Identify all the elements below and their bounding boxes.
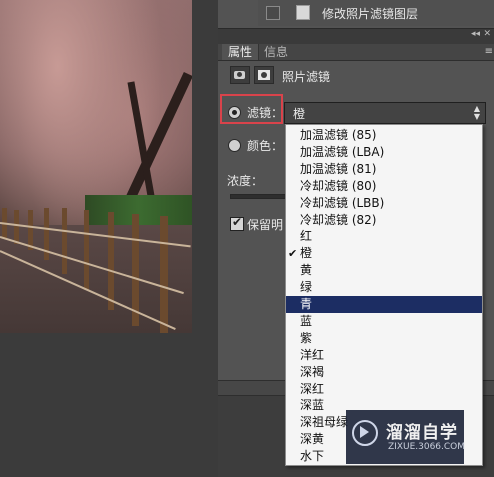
filter-label: 滤镜： — [247, 106, 284, 120]
filter-option-label: 深蓝 — [300, 398, 325, 413]
filter-option-label: 水下 — [300, 449, 325, 464]
filter-option[interactable]: 加温滤镜 (81) — [286, 161, 482, 178]
filter-option[interactable]: 深红 — [286, 381, 482, 398]
watermark: 溜溜自学 ZIXUE.3066.COM — [346, 410, 466, 464]
canvas-background — [192, 0, 218, 333]
fence-post — [62, 208, 67, 274]
panel-tabbar: 属性 信息 ≡ — [218, 44, 494, 61]
watermark-title: 溜溜自学 — [386, 423, 458, 443]
filter-option[interactable]: 冷却滤镜 (LBB) — [286, 195, 482, 212]
panel-header: ◂◂ ✕ — [218, 29, 494, 44]
filter-option-label: 深黄 — [300, 432, 325, 447]
layer-name[interactable]: 修改照片滤镜图层 — [322, 5, 418, 22]
canvas-background — [0, 333, 218, 477]
checkmark-icon: ✔ — [288, 247, 298, 261]
filter-option-label: 加温滤镜 (LBA) — [300, 144, 385, 159]
density-slider[interactable] — [230, 194, 292, 199]
filter-option[interactable]: 黄 — [286, 262, 482, 279]
canvas-photo — [0, 0, 192, 333]
fence-post — [108, 212, 114, 310]
filter-option[interactable]: 紫 — [286, 330, 482, 347]
filter-option[interactable]: 冷却滤镜 (82) — [286, 212, 482, 229]
filter-option[interactable]: 冷却滤镜 (80) — [286, 178, 482, 195]
filter-option[interactable]: 洋红 — [286, 347, 482, 364]
preserve-luminosity-label: 保留明 — [247, 218, 284, 232]
collapse-icon[interactable]: ◂◂ — [471, 29, 480, 39]
filter-option-label: 蓝 — [300, 313, 313, 328]
layer-row[interactable]: 修改照片滤镜图层 — [258, 0, 494, 26]
filter-select-value: 橙 — [293, 107, 306, 121]
filter-option-label: 深红 — [300, 381, 325, 396]
panel-menu-icon[interactable]: ≡ — [485, 46, 493, 57]
filter-option-label: 冷却滤镜 (80) — [300, 178, 377, 193]
filter-option-label: 深褐 — [300, 364, 325, 379]
fence-post — [160, 216, 168, 333]
filter-option[interactable]: 蓝 — [286, 313, 482, 330]
layer-thumbnail — [296, 5, 310, 20]
watermark-url: ZIXUE.3066.COM — [388, 442, 466, 452]
color-label: 颜色： — [247, 139, 284, 153]
adjustment-camera-icon[interactable] — [230, 66, 250, 84]
filter-option-label: 青 — [300, 297, 313, 311]
adjustment-title: 照片滤镜 — [282, 70, 331, 84]
layer-visibility-toggle[interactable] — [266, 6, 280, 20]
filter-option-label: 黄 — [300, 263, 313, 278]
filter-option-label: 加温滤镜 (81) — [300, 161, 377, 176]
density-label: 浓度： — [227, 174, 264, 188]
filter-option-label: 紫 — [300, 330, 313, 345]
filter-option[interactable]: 加温滤镜 (85) — [286, 127, 482, 144]
preserve-luminosity-checkbox[interactable]: ✔ — [230, 215, 244, 231]
filter-option[interactable]: 青 — [286, 296, 482, 313]
filter-option[interactable]: 加温滤镜 (LBA) — [286, 144, 482, 161]
tab-info[interactable]: 信息 — [258, 44, 294, 60]
filter-radio[interactable] — [228, 106, 241, 119]
tab-properties[interactable]: 属性 — [222, 44, 260, 60]
select-arrows-icon: ▲ ▼ — [473, 104, 480, 121]
filter-option[interactable]: 绿 — [286, 279, 482, 296]
filter-option[interactable]: ✔ 橙 — [286, 245, 482, 262]
fence-post — [14, 210, 19, 244]
filter-option-label: 冷却滤镜 (LBB) — [300, 195, 385, 210]
filter-option[interactable]: 深褐 — [286, 364, 482, 381]
close-icon[interactable]: ✕ — [483, 29, 491, 39]
filter-option-label: 红 — [300, 229, 313, 244]
play-triangle-icon — [360, 426, 369, 438]
filter-option-label: 绿 — [300, 280, 313, 295]
filter-option-label: 冷却滤镜 (82) — [300, 212, 377, 227]
filter-option-label: 深祖母绿 — [300, 415, 349, 430]
filter-option-label: 橙 — [300, 246, 313, 261]
fence-post — [84, 210, 89, 290]
filter-option-label: 加温滤镜 (85) — [300, 128, 377, 142]
filter-option[interactable]: 红 — [286, 228, 482, 245]
filter-select[interactable]: 橙 ▲ ▼ — [284, 102, 486, 124]
filter-option-label: 洋红 — [300, 347, 325, 362]
color-radio[interactable] — [228, 139, 241, 152]
layer-mask-icon[interactable] — [254, 66, 274, 84]
